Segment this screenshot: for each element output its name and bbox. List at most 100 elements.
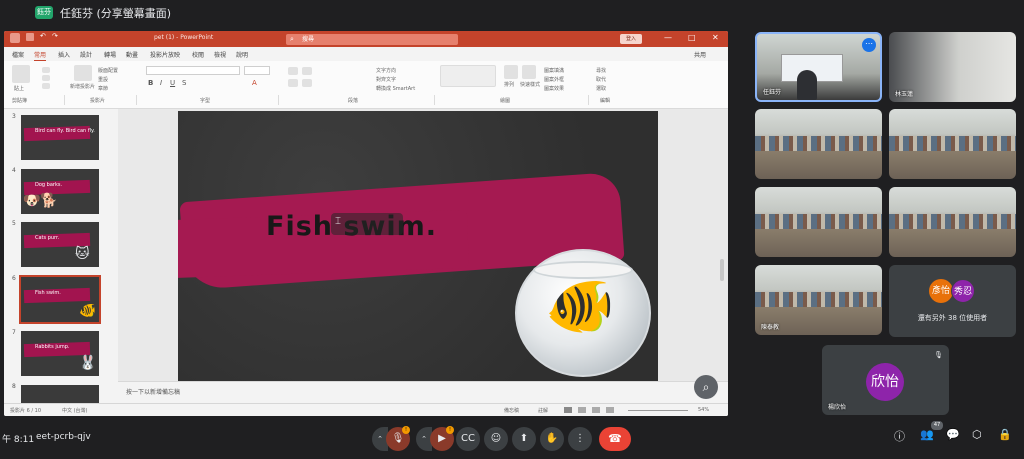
comments-toggle[interactable]: 註解 <box>538 407 548 414</box>
tab-help[interactable]: 說明 <box>236 50 248 59</box>
participant-tile[interactable] <box>889 109 1016 179</box>
close-icon[interactable]: ✕ <box>712 33 719 42</box>
activities-icon[interactable]: ⬡ <box>972 428 982 441</box>
numbering-icon[interactable] <box>302 67 312 75</box>
font-size-dropdown[interactable] <box>244 66 270 75</box>
ppt-signin-button[interactable]: 登入 <box>620 34 642 44</box>
thumb-number: 4 <box>12 167 16 174</box>
ppt-ribbon-tabs: 檔案 常用 插入 設計 轉場 動畫 投影片放映 校閱 檢視 說明 共用 <box>4 47 728 61</box>
slide-thumbnail[interactable] <box>21 385 99 403</box>
self-tile[interactable]: 欣怡 🎙 楊欣怡 <box>822 345 949 415</box>
align-center-icon[interactable] <box>302 79 312 87</box>
people-icon[interactable]: 👥 <box>920 428 934 441</box>
tab-home[interactable]: 常用 <box>34 50 47 61</box>
undo-icon[interactable]: ↶ <box>40 32 46 40</box>
vertical-scrollbar[interactable] <box>720 259 724 281</box>
align-left-icon[interactable] <box>288 79 298 87</box>
quick-styles-icon[interactable] <box>522 65 536 79</box>
find-button[interactable]: 尋找 <box>596 67 606 74</box>
tab-design[interactable]: 設計 <box>80 50 92 59</box>
host-controls-icon[interactable]: 🔒 <box>998 428 1012 441</box>
shape-effects-button[interactable]: 圖案效果 <box>544 85 564 92</box>
bold-icon[interactable]: B <box>148 79 153 87</box>
slide-thumbnail[interactable]: Dog barks. 🐶🐕 <box>21 169 99 214</box>
paste-icon[interactable] <box>12 65 30 83</box>
goldfish-icon: 🐠 <box>545 274 615 339</box>
font-name-dropdown[interactable] <box>146 66 240 75</box>
minimize-icon[interactable]: — <box>664 33 672 42</box>
shape-outline-button[interactable]: 圖案外框 <box>544 76 564 83</box>
tab-review[interactable]: 校閱 <box>192 50 204 59</box>
save-icon[interactable] <box>26 33 34 41</box>
info-icon[interactable]: ⓘ <box>894 428 905 444</box>
more-options-button[interactable]: ⋮ <box>568 427 592 451</box>
bullets-icon[interactable] <box>288 67 298 75</box>
replace-button[interactable]: 取代 <box>596 76 606 83</box>
participant-tile-presenter[interactable]: ⋯ 任鈺芬 <box>755 32 882 102</box>
participant-tile[interactable] <box>755 187 882 257</box>
notes-pane[interactable]: 按一下以新增備忘稿 <box>118 381 728 403</box>
search-icon: ⌕ <box>290 35 294 43</box>
participant-tile[interactable]: 陳泰教 <box>755 265 882 335</box>
ppt-search-box[interactable]: ⌕ 搜尋 <box>286 34 458 45</box>
participant-tile[interactable] <box>755 109 882 179</box>
text-direction-button[interactable]: 文字方向 <box>376 67 396 74</box>
italic-icon[interactable]: I <box>160 79 162 87</box>
reading-view-icon[interactable] <box>592 407 600 413</box>
underline-icon[interactable]: U <box>170 79 175 87</box>
new-slide-icon[interactable] <box>74 65 92 81</box>
tab-transitions[interactable]: 轉場 <box>104 50 116 59</box>
slide-thumbnail[interactable]: Rabbits jump. 🐰 <box>21 331 99 376</box>
captions-button[interactable]: CC <box>456 427 480 451</box>
shape-fill-button[interactable]: 圖案填滿 <box>544 67 564 74</box>
zoom-in-icon[interactable]: ⌕ <box>694 375 718 399</box>
tab-view[interactable]: 檢視 <box>214 50 226 59</box>
zoom-slider[interactable] <box>628 410 688 411</box>
layout-button[interactable]: 版面配置 <box>98 67 118 74</box>
sorter-view-icon[interactable] <box>578 407 586 413</box>
participant-tile[interactable] <box>889 187 1016 257</box>
font-color-icon[interactable]: A <box>252 79 257 87</box>
redo-icon[interactable]: ↷ <box>52 32 58 40</box>
reset-button[interactable]: 重設 <box>98 76 108 83</box>
current-slide[interactable]: Fish swim. ⌶ 🐠 <box>178 111 658 381</box>
present-button[interactable]: ⬆ <box>512 427 536 451</box>
ppt-status-bar: 投影片 6 / 10 中文 (台灣) 備忘稿 註解 54% <box>4 403 728 416</box>
tab-slideshow[interactable]: 投影片放映 <box>150 50 180 59</box>
slideshow-view-icon[interactable] <box>606 407 614 413</box>
cut-icon[interactable] <box>42 67 50 73</box>
autosave-icon[interactable] <box>10 33 20 43</box>
zoom-level[interactable]: 54% <box>698 407 709 413</box>
slide-thumbnail[interactable]: Cats purr. 🐱 <box>21 222 99 267</box>
participant-name: 林玉蓮 <box>895 91 914 98</box>
chat-icon[interactable]: 💬 <box>946 428 960 441</box>
emoji-button[interactable]: ☺ <box>484 427 508 451</box>
notes-toggle[interactable]: 備忘稿 <box>504 407 519 414</box>
others-tile[interactable]: 彥怡 秀忍 還有另外 38 位使用者 <box>889 265 1016 337</box>
tab-insert[interactable]: 插入 <box>58 50 70 59</box>
participant-tile[interactable]: 林玉蓮 <box>889 32 1016 102</box>
arrange-label: 排列 <box>504 82 515 88</box>
raise-hand-button[interactable]: ✋ <box>540 427 564 451</box>
slide-thumbnail-selected[interactable]: Fish swim. 🐠 <box>19 275 101 324</box>
smartart-button[interactable]: 轉換成 SmartArt <box>376 85 415 92</box>
tab-file[interactable]: 檔案 <box>12 50 24 59</box>
strikethrough-icon[interactable]: S <box>182 79 186 87</box>
avatar: 彥怡 <box>929 279 953 303</box>
format-painter-icon[interactable] <box>42 83 50 89</box>
share-button[interactable]: 共用 <box>694 50 706 59</box>
copy-icon[interactable] <box>42 75 50 81</box>
shapes-gallery[interactable] <box>440 65 496 87</box>
tab-animations[interactable]: 動畫 <box>126 50 138 59</box>
align-text-button[interactable]: 對齊文字 <box>376 76 396 83</box>
section-button[interactable]: 章節 <box>98 85 108 92</box>
slide-thumbnail[interactable]: Bird can fly. Bird can fly. <box>21 115 99 160</box>
participant-name: 楊欣怡 <box>828 404 847 411</box>
quick-styles-label: 快速樣式 <box>520 82 541 88</box>
maximize-icon[interactable]: □ <box>688 33 696 42</box>
normal-view-icon[interactable] <box>564 407 572 413</box>
end-call-button[interactable]: ☎ <box>599 427 631 451</box>
arrange-icon[interactable] <box>504 65 518 79</box>
select-button[interactable]: 選取 <box>596 85 606 92</box>
more-options-icon[interactable]: ⋯ <box>862 38 876 52</box>
